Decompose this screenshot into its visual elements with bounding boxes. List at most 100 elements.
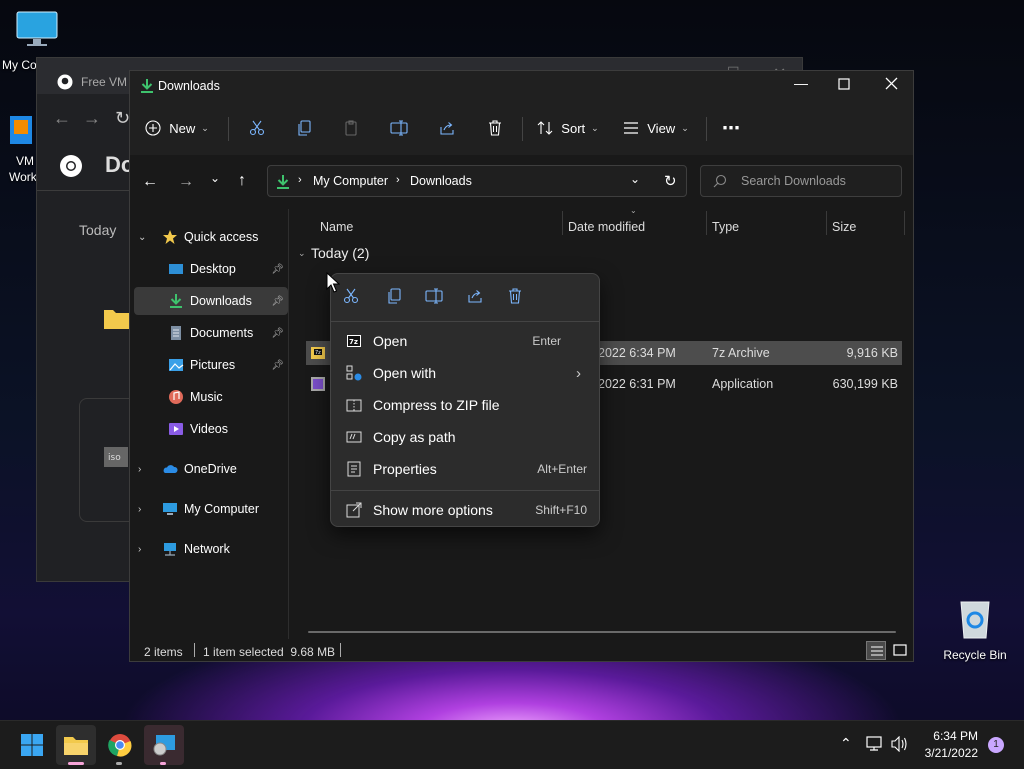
refresh-icon[interactable]: ↻ xyxy=(664,172,677,190)
chevron-down-icon[interactable]: ⌄ xyxy=(298,248,306,259)
group-header[interactable]: Today (2) xyxy=(311,245,369,261)
recent-locations-chevron-icon[interactable]: ⌄ xyxy=(210,171,220,185)
pin-icon[interactable]: 📌︎ xyxy=(271,328,284,339)
breadcrumb-chevron-icon[interactable]: › xyxy=(396,174,400,186)
menu-separator xyxy=(331,321,599,322)
delete-icon[interactable] xyxy=(507,288,523,304)
share-button[interactable] xyxy=(432,110,462,146)
pin-icon[interactable]: 📌︎ xyxy=(271,296,284,307)
nav-item-my-computer[interactable]: › My Computer xyxy=(138,495,288,523)
start-button[interactable] xyxy=(12,725,52,765)
menu-item-properties[interactable]: Properties Alt+Enter xyxy=(335,454,595,484)
menu-item-open-with[interactable]: Open with › xyxy=(335,358,595,388)
volume-icon[interactable] xyxy=(891,736,909,752)
chevron-right-icon: › xyxy=(138,543,142,555)
context-menu: 7z Open Enter Open with › Compress to ZI… xyxy=(330,273,600,527)
search-box[interactable]: Search Downloads xyxy=(700,165,902,197)
sort-button[interactable]: Sort ⌄ xyxy=(532,110,604,146)
menu-item-copy-as-path[interactable]: Copy as path xyxy=(335,422,595,452)
nav-item-music[interactable]: Music xyxy=(168,383,288,411)
breadcrumb-my-computer[interactable]: My Computer xyxy=(313,174,388,188)
nav-item-pictures[interactable]: Pictures 📌︎ xyxy=(168,351,288,379)
menu-item-shortcut: Shift+F10 xyxy=(535,503,587,517)
nav-item-onedrive[interactable]: › OneDrive xyxy=(138,455,288,483)
pane-divider[interactable] xyxy=(288,209,289,639)
taskbar-file-explorer[interactable] xyxy=(56,725,96,765)
view-button[interactable]: View ⌄ xyxy=(620,110,692,146)
column-header-type[interactable]: Type xyxy=(712,215,739,239)
file-size: 9,916 KB xyxy=(846,346,898,360)
nav-item-desktop[interactable]: Desktop 📌︎ xyxy=(168,255,288,283)
desktop-icon-my-computer[interactable]: My Co xyxy=(2,10,72,72)
share-icon[interactable] xyxy=(467,288,483,304)
address-dropdown-chevron-icon[interactable]: ⌄ xyxy=(630,172,640,186)
file-date: 2022 6:34 PM xyxy=(598,346,676,360)
date-group-label: Today xyxy=(79,222,117,238)
forward-arrow-icon[interactable]: → xyxy=(83,108,101,129)
reload-icon[interactable]: ↻ xyxy=(115,108,130,129)
pin-icon[interactable]: 📌︎ xyxy=(271,264,284,275)
breadcrumb-downloads[interactable]: Downloads xyxy=(410,174,472,188)
up-arrow-icon[interactable]: ↑ xyxy=(238,172,246,190)
nav-item-videos[interactable]: Videos xyxy=(168,415,288,443)
menu-item-compress-zip[interactable]: Compress to ZIP file xyxy=(335,390,595,420)
nav-item-documents[interactable]: Documents 📌︎ xyxy=(168,319,288,347)
column-divider[interactable] xyxy=(826,211,827,235)
running-app-indicator xyxy=(116,762,122,765)
notification-badge[interactable]: 1 xyxy=(988,737,1004,753)
pin-icon[interactable]: 📌︎ xyxy=(271,360,284,371)
column-header-size[interactable]: Size xyxy=(832,215,856,239)
taskbar-chrome[interactable] xyxy=(100,725,140,765)
nav-item-downloads[interactable]: Downloads 📌︎ xyxy=(134,287,288,315)
download-arrow-icon xyxy=(170,294,182,308)
back-arrow-icon[interactable]: ← xyxy=(53,108,71,129)
delete-button[interactable] xyxy=(480,110,510,146)
download-arrow-icon xyxy=(276,174,290,190)
maximize-icon[interactable] xyxy=(838,78,850,90)
chevron-up-icon[interactable]: ⌃ xyxy=(840,735,852,752)
clock-time[interactable]: 6:34 PM xyxy=(924,729,978,743)
new-button[interactable]: New ⌄ xyxy=(142,110,212,146)
clock-date[interactable]: 3/21/2022 xyxy=(916,746,978,760)
column-divider[interactable] xyxy=(706,211,707,235)
tiles-view-button[interactable] xyxy=(890,641,910,660)
network-status-icon[interactable] xyxy=(866,736,884,752)
column-divider[interactable] xyxy=(904,211,905,235)
column-header-name[interactable]: Name xyxy=(320,215,353,239)
minimize-icon[interactable]: — xyxy=(794,75,808,91)
desktop-icon-vmware[interactable]: VM Work xyxy=(6,112,38,184)
column-header-date[interactable]: Date modified xyxy=(568,215,645,239)
monitor-icon xyxy=(16,11,58,46)
column-divider[interactable] xyxy=(562,211,563,235)
copy-button[interactable] xyxy=(290,110,320,146)
external-link-icon xyxy=(346,502,362,518)
address-bar[interactable]: › My Computer › Downloads ⌄ ↻ xyxy=(267,165,687,197)
taskbar-setup-app[interactable] xyxy=(144,725,184,765)
forward-arrow-icon[interactable]: → xyxy=(178,173,194,191)
back-arrow-icon[interactable]: ← xyxy=(142,173,158,191)
breadcrumb-chevron-icon[interactable]: › xyxy=(298,174,302,186)
nav-item-quick-access[interactable]: ⌄ Quick access xyxy=(138,223,288,251)
large-icons-view-icon xyxy=(893,644,907,656)
menu-item-open[interactable]: 7z Open Enter xyxy=(335,326,595,356)
rename-button[interactable] xyxy=(384,110,414,146)
rename-icon[interactable] xyxy=(425,288,443,304)
browser-tab-title[interactable]: Free VM xyxy=(81,75,127,89)
copy-icon[interactable] xyxy=(387,288,403,304)
nav-item-network[interactable]: › Network xyxy=(138,535,288,563)
more-options-icon[interactable]: ⋯ xyxy=(716,110,746,146)
paste-button[interactable] xyxy=(336,110,366,146)
menu-item-show-more-options[interactable]: Show more options Shift+F10 xyxy=(335,495,595,525)
horizontal-scrollbar[interactable] xyxy=(308,631,896,633)
list-view-icon xyxy=(624,122,639,134)
close-icon[interactable] xyxy=(885,77,898,90)
address-row: ← → ⌄ ↑ › My Computer › Downloads ⌄ ↻ Se… xyxy=(130,155,913,209)
desktop-icon-recycle-bin[interactable]: Recycle Bin xyxy=(940,596,1010,662)
chevron-down-icon: ⌄ xyxy=(138,231,147,243)
explorer-title-bar[interactable]: Downloads — xyxy=(130,71,913,101)
details-view-button[interactable] xyxy=(866,641,886,660)
nav-item-label: My Computer xyxy=(184,502,260,516)
cut-button[interactable] xyxy=(242,110,272,146)
cut-icon[interactable] xyxy=(343,288,359,304)
rename-icon xyxy=(390,120,408,136)
